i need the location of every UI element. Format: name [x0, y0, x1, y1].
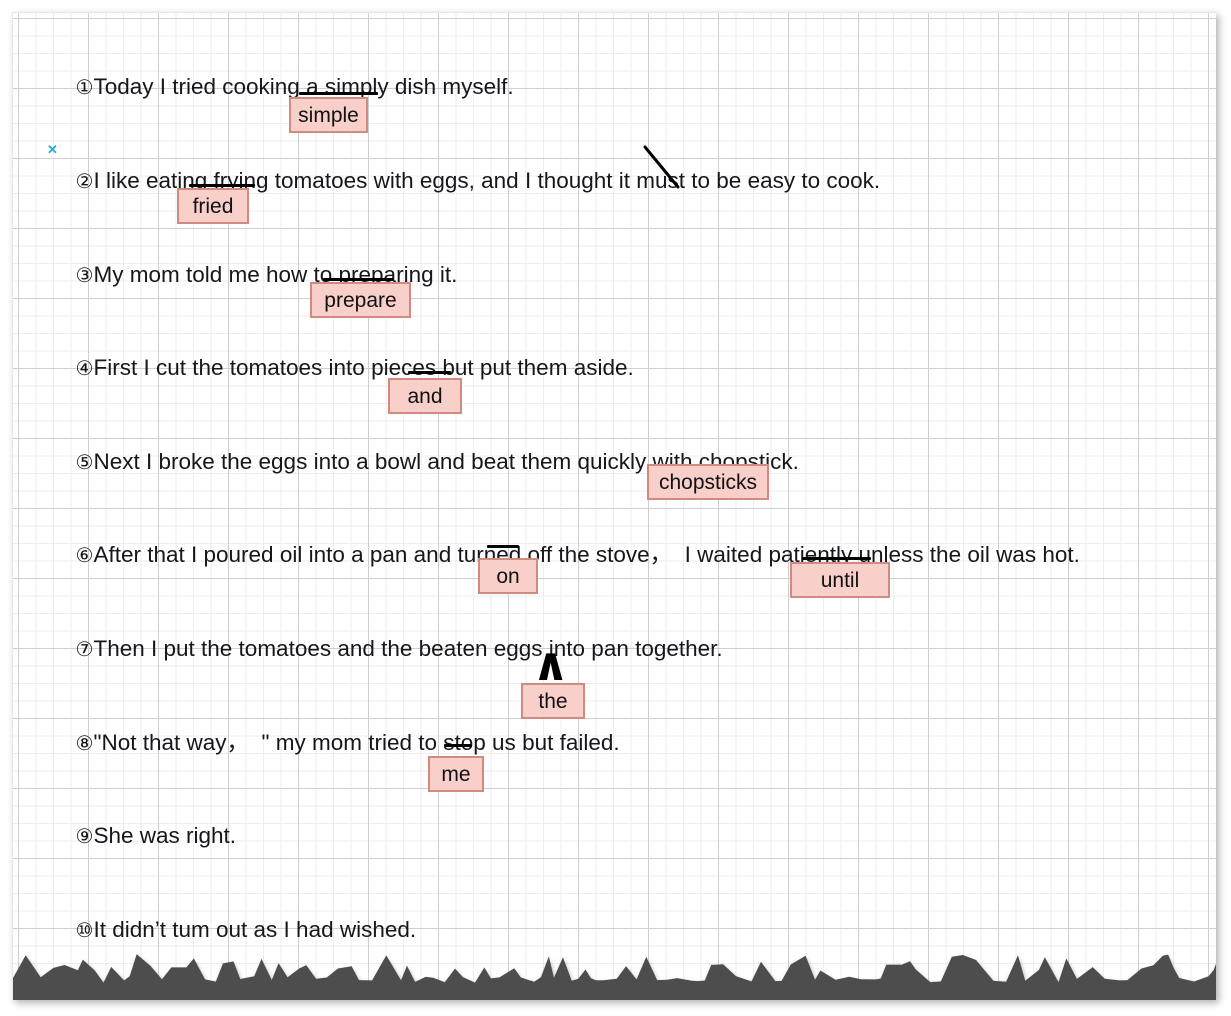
- error-underline-6a: [487, 545, 519, 548]
- error-underline-1: [299, 92, 378, 95]
- line-text-10: It didn’t tum out as I had wished.: [93, 916, 417, 942]
- line-marker-4: ④: [75, 355, 94, 380]
- essay-line-7: ⑦Then I put the tomatoes and the beaten …: [38, 615, 723, 683]
- line-marker-3: ③: [75, 262, 94, 287]
- line-marker-8: ⑧: [75, 730, 94, 755]
- correction-chip-6a[interactable]: on: [478, 558, 538, 594]
- line-text-8: "Not that way， " my mom tried to stop us…: [93, 729, 620, 755]
- line-marker-5: ⑤: [75, 449, 94, 474]
- correction-chip-4[interactable]: and: [388, 378, 462, 414]
- essay-line-9: ⑨She was right.: [38, 802, 237, 870]
- line-marker-2: ②: [75, 168, 94, 193]
- essay-content: ①Today I tried cooking a simply dish mys…: [13, 13, 1216, 1000]
- error-underline-8: [444, 744, 472, 747]
- essay-line-6: ⑥After that I poured oil into a pan and …: [38, 521, 1080, 589]
- essay-line-1: ①Today I tried cooking a simply dish mys…: [38, 53, 514, 121]
- correction-chip-1[interactable]: simple: [289, 97, 368, 133]
- paper-sheet: ①Today I tried cooking a simply dish mys…: [12, 12, 1216, 1000]
- line-marker-6: ⑥: [75, 542, 94, 567]
- correction-chip-6b[interactable]: until: [790, 562, 890, 598]
- error-underline-4: [408, 371, 451, 374]
- line-text-4: First I cut the tomatoes into pieces but…: [93, 354, 634, 380]
- insertion-caret-7: ∧: [532, 637, 570, 691]
- line-text-7: Then I put the tomatoes and the beaten e…: [93, 635, 723, 661]
- correction-chip-8[interactable]: me: [428, 756, 484, 792]
- essay-line-10: ⑩It didn’t tum out as I had wished.: [38, 896, 417, 964]
- line-marker-10: ⑩: [75, 917, 94, 942]
- correction-chip-2[interactable]: fried: [177, 188, 249, 224]
- line-text-6: After that I poured oil into a pan and t…: [93, 541, 1080, 567]
- error-underline-3: [323, 278, 393, 281]
- correction-chip-3[interactable]: prepare: [310, 282, 411, 318]
- essay-line-4: ④First I cut the tomatoes into pieces bu…: [38, 334, 634, 402]
- essay-line-2: ②I like eating frying tomatoes with eggs…: [38, 147, 881, 215]
- error-underline-6b: [802, 557, 871, 560]
- line-marker-9: ⑨: [75, 823, 94, 848]
- correction-chip-5[interactable]: chopsticks: [647, 464, 769, 500]
- line-text-9: She was right.: [93, 822, 237, 848]
- essay-line-8: ⑧"Not that way， " my mom tried to stop u…: [38, 709, 620, 777]
- error-underline-2: [189, 184, 255, 187]
- line-marker-1: ①: [75, 74, 94, 99]
- line-marker-7: ⑦: [75, 636, 94, 661]
